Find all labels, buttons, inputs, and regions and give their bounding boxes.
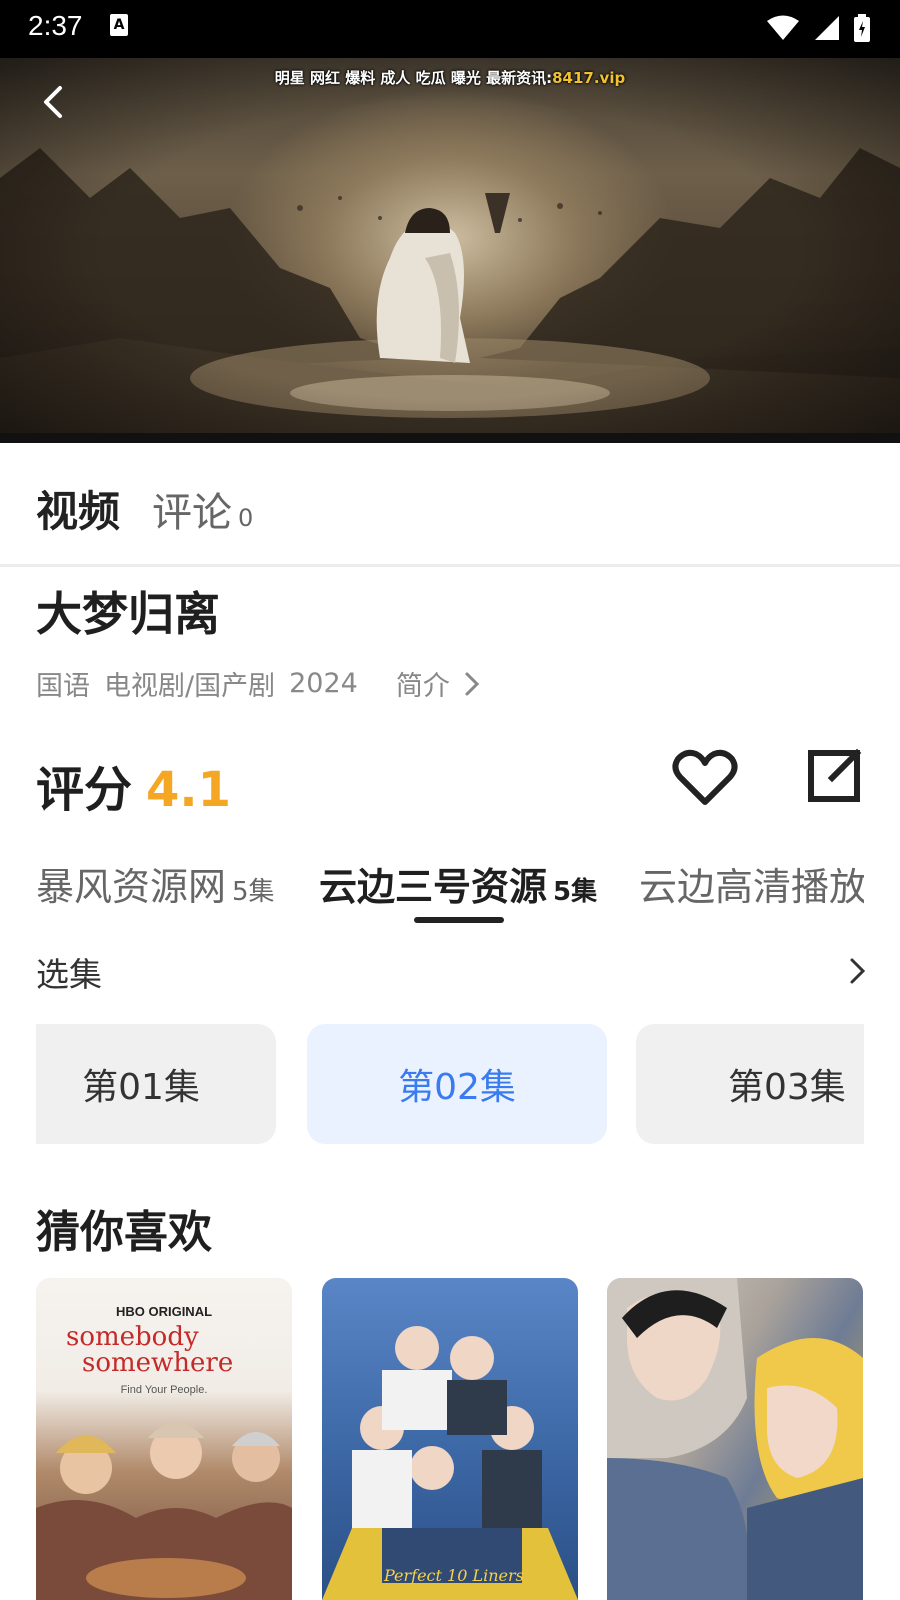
episodes-more-button[interactable] <box>848 956 868 986</box>
detail-tabs: 视频 评论 0 <box>36 478 253 538</box>
recommend-poster-1[interactable]: HBO ORIGINAL somebody somewhere Find You… <box>36 1278 292 1600</box>
video-player[interactable]: 明星 网红 爆料 成人 吃瓜 曝光 最新资讯:8417.vip <box>0 58 900 443</box>
poster-image <box>36 1422 292 1600</box>
chevron-right-icon <box>465 672 479 695</box>
tab-comments-label: 评论 <box>152 490 233 536</box>
back-button[interactable] <box>34 82 74 122</box>
poster-image <box>607 1278 863 1600</box>
source-episodes: 5集 <box>232 877 275 907</box>
meta-year: 2024 <box>289 668 358 699</box>
intro-link[interactable]: 简介 <box>396 664 480 703</box>
source-name: 云边高清播放 <box>639 865 864 909</box>
status-bar: 2:37 A <box>0 0 900 58</box>
video-watermark: 明星 网红 爆料 成人 吃瓜 曝光 最新资讯:8417.vip <box>0 67 900 88</box>
watermark-text: 明星 网红 爆料 成人 吃瓜 曝光 最新资讯: <box>274 69 553 87</box>
recommend-title: 猜你喜欢 <box>36 1207 212 1258</box>
meta-language: 国语 <box>36 671 90 702</box>
source-name: 云边三号资源 <box>319 865 548 909</box>
status-icons <box>766 10 870 46</box>
recommend-poster-3[interactable] <box>607 1278 863 1600</box>
share-icon <box>808 748 862 802</box>
share-button[interactable] <box>806 748 862 804</box>
episode-button-3[interactable]: 第03集 <box>636 1024 864 1144</box>
source-episodes: 5集 <box>553 877 598 907</box>
video-frame-image <box>0 58 900 443</box>
poster-title: Perfect 10 Liners <box>384 1566 524 1585</box>
status-time: 2:37 <box>28 10 83 41</box>
comment-count: 0 <box>238 504 254 532</box>
watermark-site: 8417.vip <box>552 69 626 87</box>
heart-icon <box>672 749 738 805</box>
show-title: 大梦归离 <box>36 587 220 641</box>
episodes-header: 选集 <box>36 955 102 994</box>
chevron-left-icon <box>44 86 62 118</box>
source-name: 暴风资源网 <box>36 865 227 909</box>
intro-label: 简介 <box>395 671 450 702</box>
source-tabs: 暴风资源网 5集 云边三号资源 5集 云边高清播放 <box>36 856 864 926</box>
episode-list[interactable]: 第01集 第02集 第03集 <box>36 1024 864 1144</box>
source-tab-1[interactable]: 暴风资源网 5集 <box>36 856 275 911</box>
rating-score: 4.1 <box>146 762 232 818</box>
episode-button-1[interactable]: 第01集 <box>36 1024 276 1144</box>
tabs-divider <box>0 564 900 567</box>
wifi-icon <box>767 15 799 40</box>
tab-video[interactable]: 视频 <box>36 478 120 539</box>
source-tab-2[interactable]: 云边三号资源 5集 <box>319 856 597 911</box>
source-tab-indicator <box>414 917 504 923</box>
rating-label: 评分 <box>36 762 133 818</box>
show-meta: 国语 电视剧/国产剧 2024 简介 <box>36 664 480 703</box>
rating: 评分 4.1 <box>36 750 231 820</box>
poster-image <box>322 1326 578 1600</box>
tab-comments[interactable]: 评论 0 <box>152 480 253 538</box>
episode-button-2[interactable]: 第02集 <box>307 1024 607 1144</box>
signal-icon <box>815 16 839 40</box>
battery-icon <box>854 14 870 42</box>
recommend-poster-2[interactable]: Perfect 10 Liners <box>322 1278 578 1600</box>
source-tab-3[interactable]: 云边高清播放 <box>639 856 864 911</box>
chevron-right-icon <box>850 958 866 984</box>
a-icon: A <box>110 14 128 36</box>
meta-genre: 电视剧/国产剧 <box>104 671 276 702</box>
favorite-button[interactable] <box>672 748 738 808</box>
